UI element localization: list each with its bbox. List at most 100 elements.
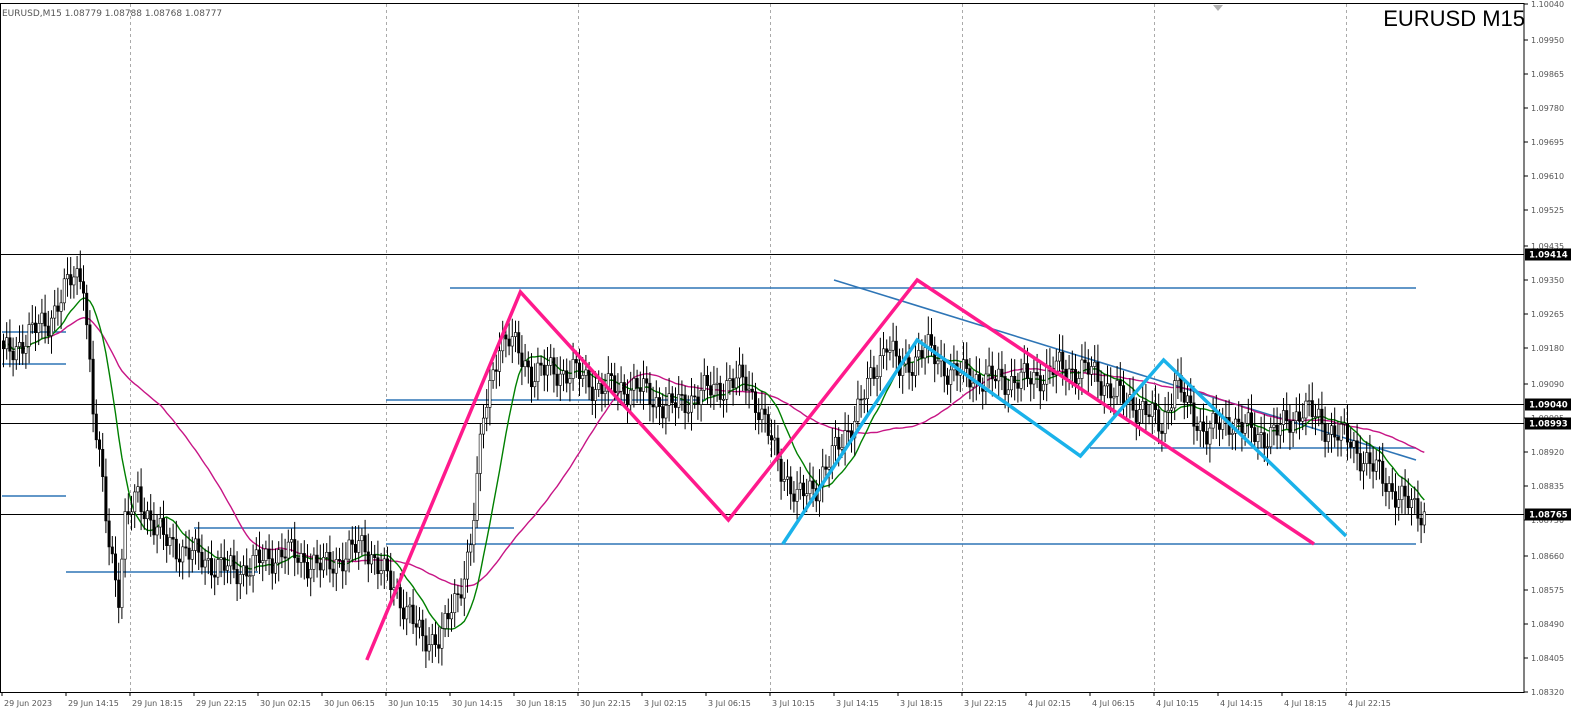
candle-body xyxy=(1291,420,1295,433)
candle-body xyxy=(750,388,754,393)
candle-body xyxy=(520,352,524,368)
candle-body xyxy=(1074,369,1078,385)
candle-body xyxy=(990,365,994,380)
candle-body xyxy=(1061,351,1065,370)
candle-body xyxy=(462,578,466,599)
candle-body xyxy=(1378,459,1382,462)
time-tick-label: 30 Jun 06:15 xyxy=(324,699,375,708)
candle-body xyxy=(168,537,172,546)
candle-body xyxy=(1134,409,1138,423)
level-price-label: 1.09040 xyxy=(1529,401,1568,411)
candle-body xyxy=(888,349,892,353)
candle-body xyxy=(872,367,876,379)
candle-body xyxy=(910,372,914,376)
candle-body xyxy=(376,557,380,575)
candle-body xyxy=(465,551,469,580)
candle-body xyxy=(1150,403,1154,417)
candle-body xyxy=(69,274,73,286)
candle-body xyxy=(1070,368,1074,371)
candle-body xyxy=(1352,440,1356,448)
candle-body xyxy=(1230,432,1234,435)
time-tick-label: 4 Jul 18:15 xyxy=(1284,699,1327,708)
candle-body xyxy=(133,491,137,513)
candle-body xyxy=(165,534,169,546)
candle-body xyxy=(14,346,18,361)
candle-body xyxy=(238,574,242,585)
candle-body xyxy=(1413,498,1417,501)
candle-body xyxy=(891,340,895,351)
candle-body xyxy=(475,473,479,521)
candle-body xyxy=(5,337,9,350)
candle-body xyxy=(533,381,537,388)
candle-body xyxy=(1262,432,1266,449)
price-tick-label: 1.09265 xyxy=(1531,310,1564,319)
candle-body xyxy=(1336,436,1340,441)
candle-body xyxy=(622,382,626,395)
candle-body xyxy=(478,433,482,474)
candle-body xyxy=(299,553,303,563)
candle-body xyxy=(1032,372,1036,385)
price-tick-label: 1.09950 xyxy=(1531,36,1564,45)
chart-area[interactable]: 1.10040 1.09950 1.09865 1.09780 1.09695 1.096… xyxy=(0,0,1578,719)
candle-body xyxy=(801,482,805,497)
candle-body xyxy=(1368,452,1372,464)
candle-body xyxy=(840,447,844,450)
candle-body xyxy=(242,565,246,575)
time-tick-label: 3 Jul 02:15 xyxy=(644,699,687,708)
candle-body xyxy=(843,430,847,448)
candle-body xyxy=(53,305,57,319)
candle-body xyxy=(1195,425,1199,431)
candle-body xyxy=(254,549,258,556)
candle-body xyxy=(1009,376,1013,391)
candle-body xyxy=(149,510,153,521)
candle-body xyxy=(811,480,815,489)
candle-body xyxy=(194,538,198,551)
candle-body xyxy=(824,466,828,470)
candle-body xyxy=(37,323,41,334)
candle-body xyxy=(517,332,521,354)
candle-body xyxy=(1272,424,1276,428)
candle-body xyxy=(526,360,530,368)
price-tick-label: 1.08835 xyxy=(1531,482,1564,491)
candle-body xyxy=(1288,420,1292,433)
candle-body xyxy=(1115,380,1119,397)
candle-body xyxy=(459,594,463,599)
candle-body xyxy=(1109,383,1113,399)
candle-body xyxy=(792,493,796,502)
candle-body xyxy=(302,553,306,563)
shift-marker-icon[interactable] xyxy=(1213,5,1223,11)
price-chart[interactable]: 1.10040 1.09950 1.09865 1.09780 1.09695 1.096… xyxy=(0,0,1578,719)
candle-body xyxy=(1013,376,1017,384)
time-tick-label: 3 Jul 22:15 xyxy=(964,699,1007,708)
candle-body xyxy=(673,402,677,408)
candle-body xyxy=(443,613,447,629)
time-tick-label: 30 Jun 22:15 xyxy=(580,699,631,708)
candle-body xyxy=(315,554,319,564)
candle-body xyxy=(1339,423,1343,441)
candle-body xyxy=(1096,361,1100,382)
candle-body xyxy=(731,378,735,389)
candle-body xyxy=(216,559,220,578)
candle-body xyxy=(1022,363,1026,373)
candle-body xyxy=(721,398,725,401)
candle-body xyxy=(200,551,204,568)
candle-body xyxy=(1090,366,1094,375)
candle-body xyxy=(344,558,348,572)
candle-body xyxy=(1422,511,1426,526)
candle-body xyxy=(82,281,86,294)
candle-body xyxy=(46,325,50,336)
plot-border xyxy=(0,3,1525,693)
candle-body xyxy=(545,365,549,376)
candle-body xyxy=(1307,400,1311,402)
time-tick-label: 30 Jun 10:15 xyxy=(388,699,439,708)
candle-body xyxy=(174,538,178,560)
candle-body xyxy=(1346,423,1350,443)
candle-body xyxy=(865,378,869,400)
candle-body xyxy=(1326,434,1330,442)
price-axis: 1.10040 1.09950 1.09865 1.09780 1.09695 1.096… xyxy=(1524,0,1571,697)
candle-body xyxy=(609,373,613,376)
candle-body xyxy=(1301,417,1305,422)
candle-body xyxy=(421,619,425,637)
candle-body xyxy=(347,539,351,560)
candle-body xyxy=(929,334,933,346)
